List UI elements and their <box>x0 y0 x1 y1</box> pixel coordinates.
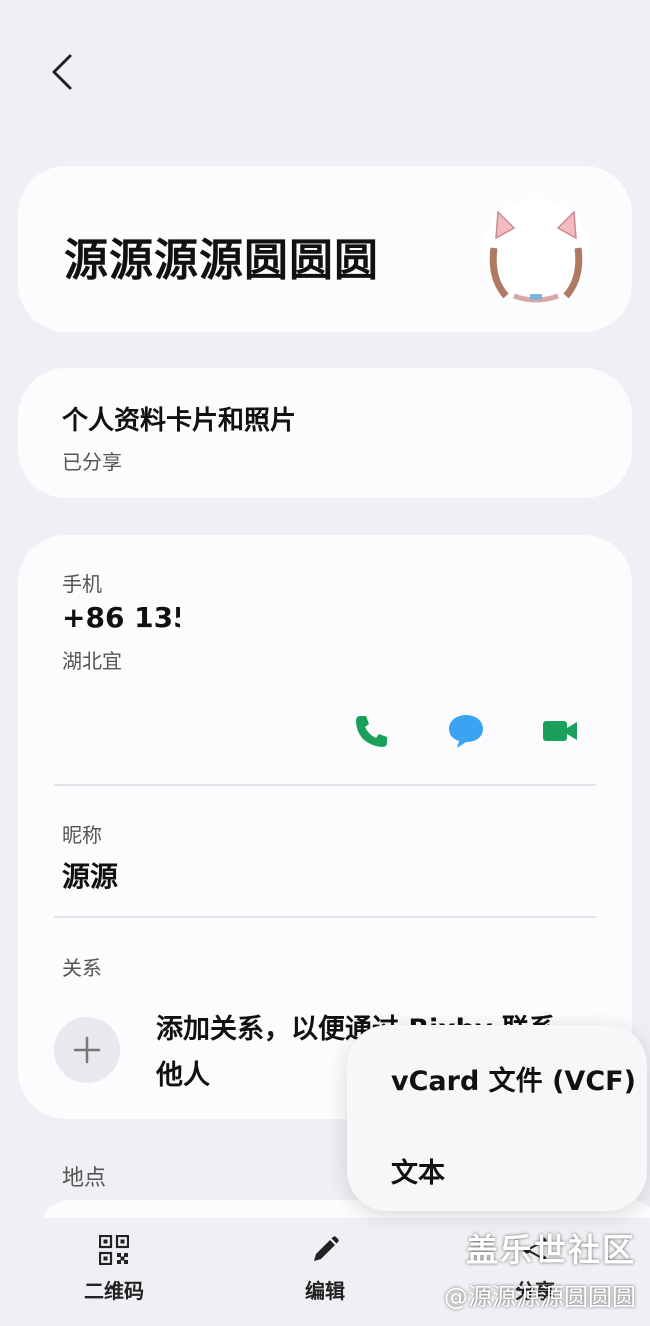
nickname-label: 昵称 <box>62 823 102 847</box>
edit-label: 编辑 <box>305 1279 345 1303</box>
location-label: 地点 <box>62 1166 107 1191</box>
phone-region: 湖北宜 <box>62 649 122 673</box>
phone-region-redaction <box>132 643 252 677</box>
phone-icon <box>356 716 387 747</box>
phone-label: 手机 <box>62 572 102 596</box>
qr-code-icon <box>99 1235 129 1265</box>
community-watermark: 盖乐世社区 @源源源源圆圆圆 <box>444 1225 636 1312</box>
menu-item-vcard[interactable]: vCard 文件 (VCF) <box>391 1059 636 1098</box>
video-call-icon <box>543 721 577 741</box>
video-call-button[interactable] <box>536 707 584 755</box>
contact-avatar[interactable] <box>484 198 588 303</box>
call-button[interactable] <box>348 707 396 755</box>
back-arrow-icon <box>52 54 72 90</box>
qr-code-label: 二维码 <box>84 1279 144 1303</box>
qr-code-button[interactable]: 二维码 <box>64 1235 164 1304</box>
relation-label: 关系 <box>62 956 102 980</box>
message-button[interactable] <box>442 707 490 755</box>
pencil-icon <box>314 1236 339 1261</box>
back-button[interactable] <box>44 50 88 94</box>
contact-name-card: 源源源源圆圆圆 <box>18 166 632 332</box>
phone-number[interactable]: +86 135 <box>62 601 193 634</box>
contact-name: 源源源源圆圆圆 <box>64 235 379 286</box>
divider <box>54 916 596 918</box>
edit-button[interactable]: 编辑 <box>275 1235 375 1304</box>
divider <box>54 784 596 786</box>
phone-number-redaction <box>180 597 330 633</box>
message-icon <box>449 715 483 748</box>
profile-sharing-title: 个人资料卡片和照片 <box>62 406 297 436</box>
nickname-value: 源源 <box>62 860 119 893</box>
share-format-menu: vCard 文件 (VCF) 文本 <box>347 1025 647 1211</box>
cat-ear-avatar-icon <box>489 210 583 303</box>
plus-icon <box>73 1036 101 1064</box>
add-relation-button[interactable] <box>54 1017 120 1083</box>
menu-item-text[interactable]: 文本 <box>391 1151 445 1190</box>
watermark-title: 盖乐世社区 <box>465 1231 636 1269</box>
profile-sharing-card[interactable]: 个人资料卡片和照片 已分享 <box>18 368 632 498</box>
profile-sharing-status: 已分享 <box>62 450 122 474</box>
watermark-user: @源源源源圆圆圆 <box>444 1283 636 1311</box>
